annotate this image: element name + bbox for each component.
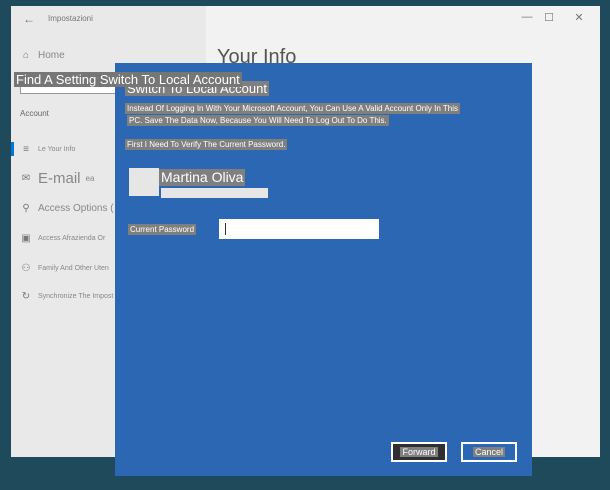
forward-button[interactable]: Forward <box>391 442 447 462</box>
section-label: Account <box>20 109 49 118</box>
sidebar-item-home[interactable]: ⌂ Home <box>20 50 65 61</box>
email-redacted <box>161 188 268 198</box>
sidebar-item-email[interactable]: ✉ E-mail ea <box>20 170 95 187</box>
text-caret <box>225 223 226 235</box>
mail-icon: ✉ <box>21 173 31 184</box>
back-arrow-icon[interactable]: ← <box>23 12 35 26</box>
close-icon[interactable]: ✕ <box>572 11 586 24</box>
sidebar-item-label: Synchronize The Impost <box>38 293 114 300</box>
sidebar-item-family[interactable]: ⚇ Family And Other Uten <box>20 263 109 274</box>
home-icon: ⌂ <box>22 50 30 61</box>
dialog-description-line2: PC. Save The Data Now, Because You Will … <box>127 115 389 126</box>
cancel-button[interactable]: Cancel <box>461 442 517 462</box>
forward-button-label: Forward <box>400 447 438 457</box>
sidebar-item-label: Access Options ( <box>38 203 114 214</box>
sidebar-item-label: Le Your Info <box>38 146 76 153</box>
user-name: Martina Oliva <box>159 169 246 186</box>
sidebar-item-label: Home <box>38 50 65 61</box>
person-card-icon: ≡ <box>23 144 29 155</box>
sidebar-item-suffix: ea <box>85 174 95 183</box>
key-icon: ⚲ <box>22 203 30 214</box>
avatar <box>129 168 159 196</box>
sidebar-item-sync[interactable]: ↻ Synchronize The Impost <box>20 291 114 302</box>
sync-icon: ↻ <box>21 291 31 302</box>
dialog-description-line1: Instead Of Logging In With Your Microsof… <box>125 103 461 114</box>
sidebar-item-access-options[interactable]: ⚲ Access Options ( <box>20 203 114 214</box>
dialog-verify-text: First I Need To Verify The Current Passw… <box>125 139 288 150</box>
sidebar-item-label: Family And Other Uten <box>38 265 109 272</box>
password-label: Current Password <box>128 224 197 235</box>
switch-account-dialog: Switch To Local Account Instead Of Loggi… <box>115 63 532 476</box>
selected-indicator <box>11 142 14 156</box>
briefcase-icon: ▣ <box>21 233 31 244</box>
current-password-field[interactable] <box>219 219 379 239</box>
title-bar: ← Impostazioni — ☐ ✕ <box>11 6 600 34</box>
cancel-button-label: Cancel <box>472 447 505 457</box>
sidebar-item-label: E-mail <box>38 170 81 187</box>
app-title: Impostazioni <box>48 14 93 23</box>
maximize-icon[interactable]: ☐ <box>542 11 556 24</box>
sidebar-item-work-access[interactable]: ▣ Access Afrazienda Or <box>20 233 105 244</box>
minimize-icon[interactable]: — <box>520 11 534 23</box>
sidebar-item-label: Access Afrazienda Or <box>38 235 106 242</box>
sidebar-item-your-info[interactable]: ≡ Le Your Info <box>20 144 75 155</box>
search-text: Find A Setting Switch To Local Account <box>14 72 242 87</box>
people-icon: ⚇ <box>21 263 31 274</box>
